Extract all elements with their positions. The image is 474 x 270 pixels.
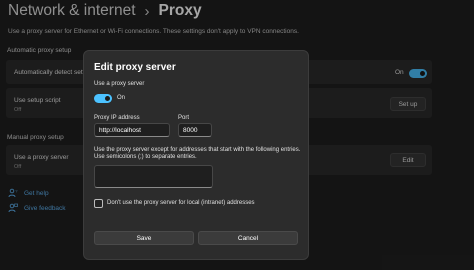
- local-addresses-label: Don't use the proxy server for local (in…: [107, 200, 255, 206]
- dialog-use-proxy-label: Use a proxy server: [94, 81, 145, 87]
- exceptions-textarea[interactable]: [94, 165, 213, 188]
- dialog-toggle-state: On: [117, 95, 126, 101]
- exceptions-description: Use the proxy server except for addresse…: [94, 147, 301, 153]
- dialog-title: Edit proxy server: [94, 62, 176, 73]
- dialog-proxy-toggle[interactable]: [94, 94, 112, 103]
- proxy-ip-label: Proxy IP address: [94, 115, 140, 121]
- exceptions-hint: Use semicolons (;) to separate entries.: [94, 154, 197, 160]
- cancel-button[interactable]: Cancel: [198, 231, 298, 245]
- port-label: Port: [178, 115, 190, 121]
- port-input[interactable]: [178, 123, 212, 137]
- save-button[interactable]: Save: [94, 231, 194, 245]
- local-addresses-checkbox[interactable]: [94, 199, 103, 208]
- proxy-ip-input[interactable]: [94, 123, 170, 137]
- settings-window: Network & internet › Proxy Use a proxy s…: [0, 0, 474, 270]
- edit-proxy-dialog: Edit proxy server Use a proxy server On …: [83, 50, 309, 260]
